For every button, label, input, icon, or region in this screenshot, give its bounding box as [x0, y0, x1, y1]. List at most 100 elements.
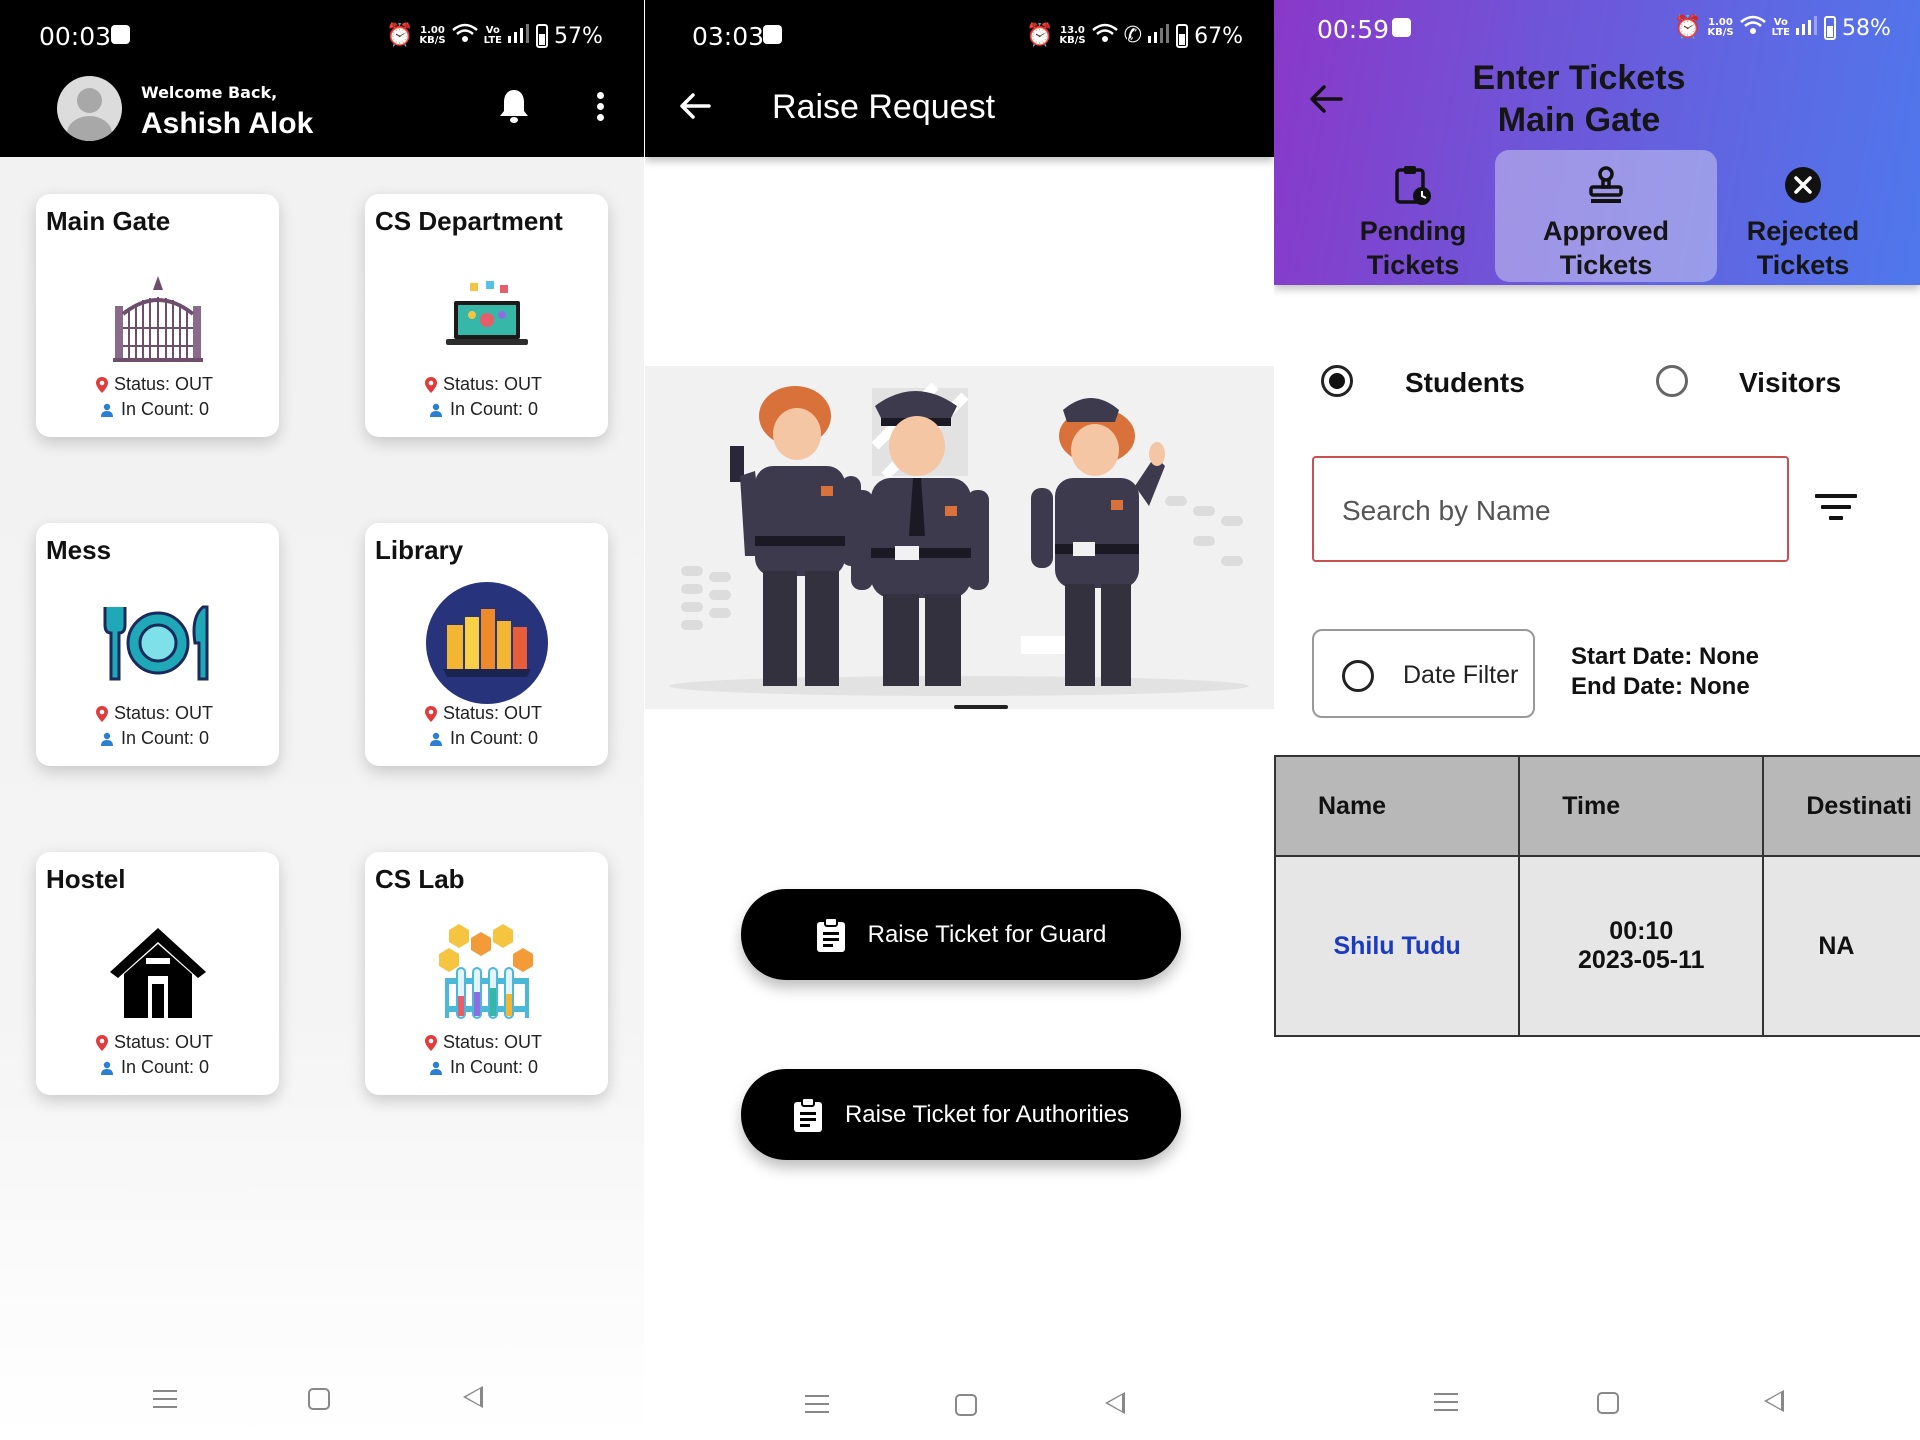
home-header: 00:03 ⏰ 1.00 KB/S Vo LTE 57% Welcome Back,… [0, 0, 644, 157]
card-status: Status: OUT [425, 703, 542, 724]
column-header-time: Time [1518, 755, 1765, 857]
back-arrow-icon[interactable] [679, 92, 711, 124]
wifi-icon [451, 22, 478, 50]
recent-apps-icon[interactable] [805, 1395, 829, 1419]
card-title: Hostel [46, 864, 126, 894]
location-pin-icon [96, 1034, 108, 1051]
tab-label-line-1: Pending [1359, 216, 1467, 246]
home-nav-icon[interactable] [1597, 1392, 1619, 1414]
students-label: Students [1405, 367, 1525, 398]
card-status: Status: OUT [425, 374, 542, 395]
avatar[interactable] [57, 76, 122, 141]
card-title: Main Gate [46, 206, 171, 236]
gate-icon [96, 252, 220, 376]
location-card-library[interactable]: Library Status: OUT In Count: 0 [365, 523, 608, 766]
status-text: Status: OUT [114, 374, 214, 394]
search-input[interactable]: Search by Name [1312, 456, 1789, 562]
tab-label-line-2: Tickets [1559, 250, 1653, 280]
location-pin-icon [425, 705, 437, 722]
cell-name[interactable]: Shilu Tudu [1274, 855, 1521, 1037]
back-nav-icon[interactable] [1764, 1390, 1784, 1412]
back-arrow-icon[interactable] [1309, 84, 1343, 118]
clipboard-icon [793, 1096, 822, 1132]
status-time: 03:03 [692, 22, 765, 51]
search-placeholder: Search by Name [1342, 495, 1551, 526]
person-icon [101, 732, 113, 746]
visitors-radio[interactable] [1656, 365, 1688, 397]
speed-unit: KB/S [419, 35, 446, 46]
status-time: 00:03 [39, 22, 112, 51]
start-date: Start Date: None [1571, 643, 1760, 670]
notification-dot-icon [763, 25, 782, 44]
lab-icon [425, 910, 549, 1034]
location-card-main-gate[interactable]: Main Gate Status: OUT In Count: 0 [36, 194, 279, 437]
date-value: 2023-05-11 [1578, 946, 1705, 974]
raise-ticket-guard-button[interactable]: Raise Ticket for Guard [741, 889, 1181, 980]
location-card-mess[interactable]: Mess Status: OUT In Count: 0 [36, 523, 279, 766]
location-pin-icon [96, 705, 108, 722]
battery-percent: 57% [554, 23, 603, 49]
laptop-icon [425, 252, 549, 376]
back-nav-icon[interactable] [463, 1386, 483, 1408]
card-status: Status: OUT [425, 1032, 542, 1053]
status-text: Status: OUT [443, 703, 543, 723]
tab-label-line-2: Tickets [1366, 250, 1460, 280]
column-header-name: Name [1274, 755, 1521, 857]
location-card-cs-lab[interactable]: CS Lab Status: OUT In Count: 0 [365, 852, 608, 1095]
tab-pending-tickets[interactable]: Pending Tickets [1302, 150, 1524, 282]
recent-apps-icon[interactable] [1434, 1393, 1458, 1417]
person-icon [101, 403, 113, 417]
signal-icon [1148, 23, 1170, 49]
students-radio[interactable] [1321, 365, 1353, 397]
clipboard-icon [816, 916, 845, 952]
end-date: End Date: None [1571, 673, 1750, 700]
button-label: Raise Ticket for Guard [867, 920, 1107, 948]
column-header-destination: Destinati [1762, 755, 1920, 857]
person-icon [430, 1061, 442, 1075]
bell-icon[interactable] [498, 88, 530, 128]
wifi-icon [1091, 22, 1118, 50]
tab-approved-tickets[interactable]: Approved Tickets [1495, 150, 1717, 282]
books-icon [425, 581, 549, 705]
notification-dot-icon [111, 25, 130, 44]
status-text: Status: OUT [114, 1032, 214, 1052]
card-status: Status: OUT [96, 703, 213, 724]
cell-time: 00:10 2023-05-11 [1518, 855, 1765, 1037]
date-filter-button[interactable]: Date Filter [1312, 629, 1535, 718]
enter-tickets-screen: 00:59 ⏰ 1.00 KB/S Vo LTE 58% Enter Tickets [1274, 0, 1920, 1440]
back-nav-icon[interactable] [1105, 1392, 1125, 1414]
alarm-icon: ⏰ [1026, 23, 1054, 48]
cell-destination: NA [1762, 855, 1920, 1037]
location-pin-icon [96, 376, 108, 393]
tickets-table: Name Time Destinati Shilu Tudu 00:10 202… [1274, 755, 1920, 1037]
alarm-icon: ⏰ [1674, 15, 1702, 40]
date-filter-radio[interactable] [1342, 660, 1374, 692]
battery-icon [1824, 16, 1837, 40]
time-value: 00:10 [1609, 917, 1674, 945]
status-time: 00:59 [1317, 15, 1390, 44]
filter-icon[interactable] [1814, 494, 1858, 527]
date-range-text: Start Date: None End Date: None [1571, 642, 1759, 702]
card-count: In Count: 0 [101, 728, 209, 749]
location-card-hostel[interactable]: Hostel Status: OUT In Count: 0 [36, 852, 279, 1095]
location-card-cs-department[interactable]: CS Department Status: OUT In Count: 0 [365, 194, 608, 437]
home-nav-icon[interactable] [308, 1388, 330, 1410]
more-menu-icon[interactable] [596, 92, 606, 122]
card-count: In Count: 0 [430, 1057, 538, 1078]
card-count: In Count: 0 [430, 728, 538, 749]
alarm-icon: ⏰ [386, 23, 414, 48]
table-row[interactable]: Shilu Tudu 00:10 2023-05-11 NA [1274, 855, 1920, 1037]
recent-apps-icon[interactable] [153, 1390, 177, 1414]
guards-illustration [645, 366, 1274, 709]
battery-icon [1176, 24, 1189, 48]
card-title: Mess [46, 535, 112, 565]
raise-ticket-authorities-button[interactable]: Raise Ticket for Authorities [741, 1069, 1181, 1160]
card-count: In Count: 0 [101, 1057, 209, 1078]
card-count: In Count: 0 [101, 399, 209, 420]
home-nav-icon[interactable] [955, 1394, 977, 1416]
battery-percent: 67% [1194, 23, 1243, 49]
tab-rejected-tickets[interactable]: Rejected Tickets [1692, 150, 1914, 282]
enter-tickets-header: 00:59 ⏰ 1.00 KB/S Vo LTE 58% Enter Tickets [1274, 0, 1920, 285]
volte-icon: Vo LTE [1771, 17, 1791, 38]
system-nav-bar [0, 1360, 644, 1440]
